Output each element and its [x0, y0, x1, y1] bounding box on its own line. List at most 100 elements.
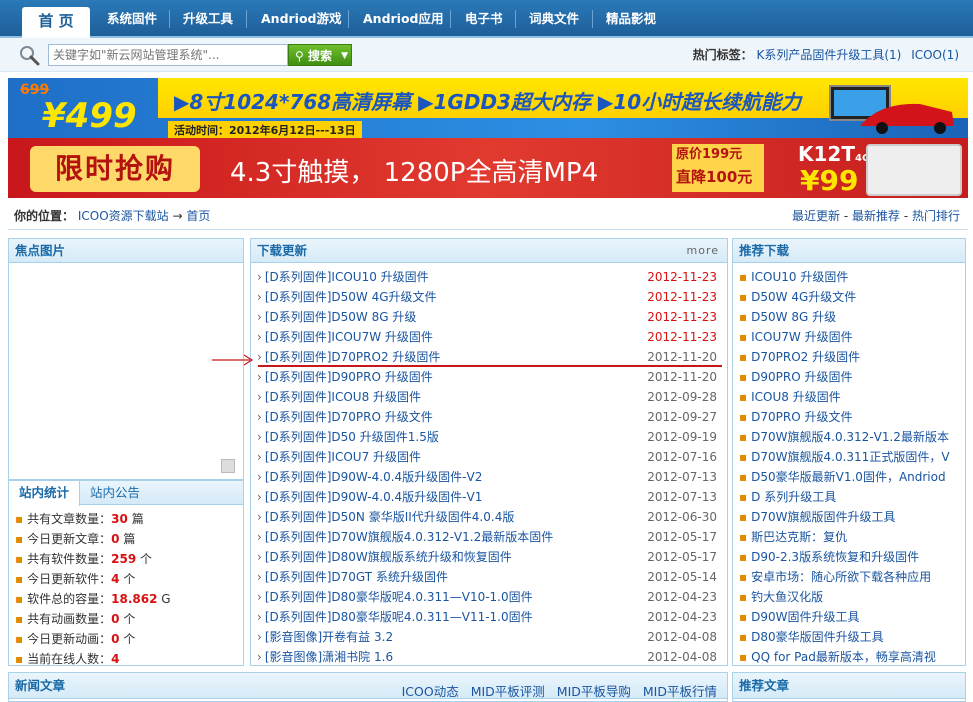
- tab-site-notice[interactable]: 站内公告: [80, 481, 150, 505]
- download-link[interactable]: [D系列固件]D80豪华版呢4.0.311—V10-1.0固件: [265, 590, 533, 604]
- recommend-link[interactable]: 安卓市场：随心所欲下载各种应用: [751, 570, 931, 584]
- download-link[interactable]: [D系列固件]D90W-4.0.4版升级固件-V2: [265, 470, 483, 484]
- recommend-link[interactable]: 斯巴达克斯：复仇: [751, 530, 847, 544]
- link-latest-updates[interactable]: 最近更新: [792, 209, 840, 223]
- recommend-link[interactable]: ICOU10 升级固件: [751, 270, 848, 284]
- recommend-item[interactable]: ▪ D 系列升级工具: [739, 487, 965, 507]
- download-link[interactable]: [D系列固件]ICOU8 升级固件: [265, 390, 421, 404]
- nav-item-movies[interactable]: 精品影视: [606, 0, 656, 38]
- recommend-item[interactable]: ▪ D90W固件升级工具: [739, 607, 965, 627]
- download-item[interactable]: › [D系列固件]D90PRO 升级固件 2012-11-20: [257, 367, 721, 387]
- nav-item-system-firmware[interactable]: 系统固件: [107, 0, 157, 38]
- recommend-link[interactable]: ICOU7W 升级固件: [751, 330, 852, 344]
- more-link[interactable]: more: [687, 239, 720, 263]
- download-link[interactable]: [D系列固件]D70GT 系统升级固件: [265, 570, 448, 584]
- download-item[interactable]: › [D系列固件]D80豪华版呢4.0.311—V11-1.0固件 2012-04-…: [257, 607, 721, 627]
- download-item[interactable]: › [D系列固件]D70PRO 升级文件 2012-09-27: [257, 407, 721, 427]
- recommend-item[interactable]: ▪ D70PRO 升级文件: [739, 407, 965, 427]
- download-link[interactable]: [影音图像]潇湘书院 1.6: [265, 650, 393, 664]
- recommend-item[interactable]: ▪ QQ for Pad最新版本，畅享高清视: [739, 647, 965, 667]
- chevron-down-icon[interactable]: ▼: [341, 45, 348, 67]
- nav-item-ebooks[interactable]: 电子书: [465, 0, 503, 38]
- recommend-item[interactable]: ▪ ICOU10 升级固件: [739, 267, 965, 287]
- search-input[interactable]: [48, 44, 288, 66]
- slideshow-pager-button[interactable]: [221, 459, 235, 473]
- recommend-item[interactable]: ▪ D70W旗舰版4.0.312-V1.2最新版本: [739, 427, 965, 447]
- recommend-item[interactable]: ▪ D80豪华版固件升级工具: [739, 627, 965, 647]
- recommend-link[interactable]: D 系列升级工具: [751, 490, 836, 504]
- promo-banner-mp4[interactable]: 限时抢购 4.3寸触摸， 1280P全高清MP4 原价199元 直降100元 K…: [8, 138, 968, 198]
- recommend-item[interactable]: ▪ ICOU7W 升级固件: [739, 327, 965, 347]
- nav-item-dictionary[interactable]: 词典文件: [529, 0, 579, 38]
- recommend-link[interactable]: D90W固件升级工具: [751, 610, 859, 624]
- download-item[interactable]: › [D系列固件]D50W 4G升级文件 2012-11-23: [257, 287, 721, 307]
- recommend-item[interactable]: ▪ ICOU8 升级固件: [739, 387, 965, 407]
- tab-site-stats[interactable]: 站内统计: [9, 481, 81, 506]
- hot-tag-link[interactable]: K系列产品固件升级工具(1): [756, 48, 901, 62]
- download-item[interactable]: › [D系列固件]D50 升级固件1.5版 2012-09-19: [257, 427, 721, 447]
- recommend-item[interactable]: ▪ D50W 4G升级文件: [739, 287, 965, 307]
- download-item[interactable]: › [D系列固件]D80豪华版呢4.0.311—V10-1.0固件 2012-04-…: [257, 587, 721, 607]
- recommend-item[interactable]: ▪ D50豪华版最新V1.0固件，Andriod: [739, 467, 965, 487]
- link-hot-ranking[interactable]: 热门排行: [912, 209, 960, 223]
- download-item[interactable]: › [D系列固件]D80W旗舰版系统升级和恢复固件 2012-05-17: [257, 547, 721, 567]
- download-item[interactable]: › [影音图像]开卷有益 3.2 2012-04-08: [257, 627, 721, 647]
- download-item[interactable]: › [D系列固件]D70PRO2 升级固件 2012-11-20: [257, 347, 721, 367]
- recommend-item[interactable]: ▪ 斯巴达克斯：复仇: [739, 527, 965, 547]
- download-link[interactable]: [D系列固件]D80豪华版呢4.0.311—V11-1.0固件: [265, 610, 533, 624]
- download-link[interactable]: [D系列固件]D70PRO 升级文件: [265, 410, 433, 424]
- recommend-link[interactable]: D90PRO 升级固件: [751, 370, 852, 384]
- nav-item-android-apps[interactable]: Andriod应用: [363, 0, 444, 38]
- recommend-link[interactable]: ICOU8 升级固件: [751, 390, 841, 404]
- news-link-guides[interactable]: MID平板导购: [557, 684, 631, 699]
- download-link[interactable]: [D系列固件]D90PRO 升级固件: [265, 370, 433, 384]
- recommend-link[interactable]: D70W旗舰版4.0.311正式版固件，V: [751, 450, 949, 464]
- nav-home[interactable]: 首 页: [22, 7, 90, 38]
- recommend-item[interactable]: ▪ D70PRO2 升级固件: [739, 347, 965, 367]
- search-button[interactable]: ⚲ 搜索 ▼: [288, 44, 352, 66]
- download-item[interactable]: › [D系列固件]ICOU8 升级固件 2012-09-28: [257, 387, 721, 407]
- recommend-item[interactable]: ▪ 钓大鱼汉化版: [739, 587, 965, 607]
- download-item[interactable]: › [影音图像]潇湘书院 1.6 2012-04-08: [257, 647, 721, 667]
- recommend-item[interactable]: ▪ 安卓市场：随心所欲下载各种应用: [739, 567, 965, 587]
- download-item[interactable]: › [D系列固件]D90W-4.0.4版升级固件-V2 2012-07-13: [257, 467, 721, 487]
- recommend-link[interactable]: D70PRO 升级文件: [751, 410, 852, 424]
- breadcrumb-site-link[interactable]: ICOO资源下载站: [78, 209, 169, 223]
- recommend-link[interactable]: D70PRO2 升级固件: [751, 350, 860, 364]
- recommend-link[interactable]: D70W旗舰版4.0.312-V1.2最新版本: [751, 430, 949, 444]
- news-link-icoo-news[interactable]: ICOO动态: [402, 684, 459, 699]
- recommend-link[interactable]: D80豪华版固件升级工具: [751, 630, 884, 644]
- download-item[interactable]: › [D系列固件]ICOU7 升级固件 2012-07-16: [257, 447, 721, 467]
- download-item[interactable]: › [D系列固件]D90W-4.0.4版升级固件-V1 2012-07-13: [257, 487, 721, 507]
- recommend-link[interactable]: D70W旗舰版固件升级工具: [751, 510, 895, 524]
- hot-tag-link[interactable]: ICOO(1): [911, 48, 959, 62]
- nav-item-upgrade-tools[interactable]: 升级工具: [183, 0, 233, 38]
- download-link[interactable]: [D系列固件]D70W旗舰版4.0.312-V1.2最新版本固件: [265, 530, 553, 544]
- download-link[interactable]: [D系列固件]D50N 豪华版II代升级固件4.0.4版: [265, 510, 515, 524]
- recommend-item[interactable]: ▪ D70W旗舰版4.0.311正式版固件，V: [739, 447, 965, 467]
- breadcrumb-home-link[interactable]: 首页: [186, 209, 210, 223]
- download-link[interactable]: [D系列固件]D70PRO2 升级固件: [265, 350, 441, 364]
- download-link[interactable]: [D系列固件]D80W旗舰版系统升级和恢复固件: [265, 550, 512, 564]
- download-link[interactable]: [D系列固件]D90W-4.0.4版升级固件-V1: [265, 490, 483, 504]
- download-item[interactable]: › [D系列固件]D50N 豪华版II代升级固件4.0.4版 2012-06-30: [257, 507, 721, 527]
- download-link[interactable]: [D系列固件]D50W 4G升级文件: [265, 290, 437, 304]
- link-latest-recommend[interactable]: 最新推荐: [852, 209, 900, 223]
- download-item[interactable]: › [D系列固件]ICOU7W 升级固件 2012-11-23: [257, 327, 721, 347]
- download-item[interactable]: › [D系列固件]D70GT 系统升级固件 2012-05-14: [257, 567, 721, 587]
- news-link-market[interactable]: MID平板行情: [643, 684, 717, 699]
- recommend-link[interactable]: D50W 4G升级文件: [751, 290, 856, 304]
- download-link[interactable]: [D系列固件]ICOU10 升级固件: [265, 270, 429, 284]
- recommend-item[interactable]: ▪ D90-2.3版系统恢复和升级固件: [739, 547, 965, 567]
- recommend-link[interactable]: D50豪华版最新V1.0固件，Andriod: [751, 470, 945, 484]
- download-link[interactable]: [影音图像]开卷有益 3.2: [265, 630, 393, 644]
- download-item[interactable]: › [D系列固件]ICOU10 升级固件 2012-11-23: [257, 267, 721, 287]
- recommend-link[interactable]: D90-2.3版系统恢复和升级固件: [751, 550, 919, 564]
- download-item[interactable]: › [D系列固件]D50W 8G 升级 2012-11-23: [257, 307, 721, 327]
- download-link[interactable]: [D系列固件]D50W 8G 升级: [265, 310, 417, 324]
- promo-banner-tablet[interactable]: 699 ¥499 ▶8寸1024*768高清屏幕 ▶1GDD3超大内存 ▶10小…: [8, 78, 968, 139]
- download-link[interactable]: [D系列固件]ICOU7 升级固件: [265, 450, 421, 464]
- download-link[interactable]: [D系列固件]D50 升级固件1.5版: [265, 430, 439, 444]
- download-link[interactable]: [D系列固件]ICOU7W 升级固件: [265, 330, 433, 344]
- news-link-reviews[interactable]: MID平板评测: [471, 684, 545, 699]
